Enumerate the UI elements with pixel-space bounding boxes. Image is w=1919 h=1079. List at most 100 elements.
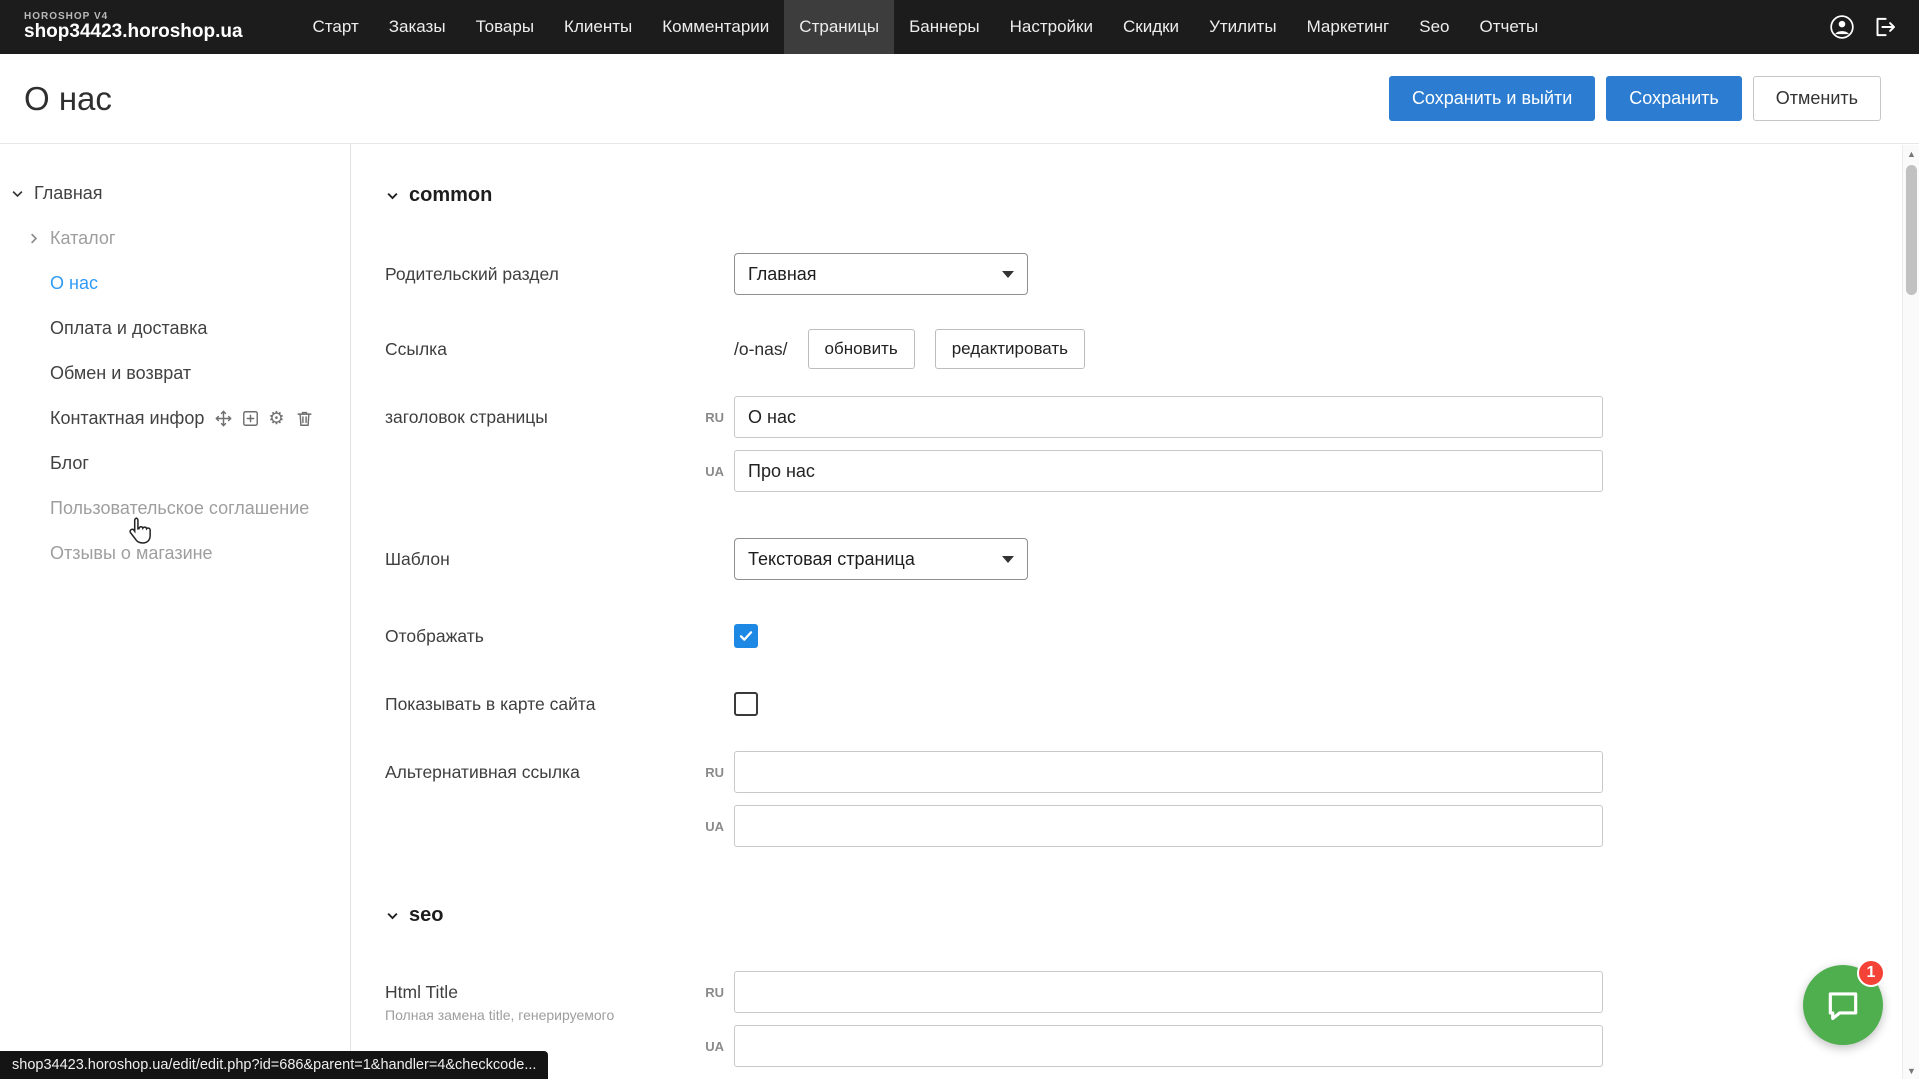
display-checkbox[interactable] <box>734 624 758 648</box>
tree-item-label: Обмен и возврат <box>50 363 191 384</box>
field-label: Альтернативная ссылка <box>385 751 689 793</box>
nav-item-reports[interactable]: Отчеты <box>1464 0 1553 54</box>
field-label: Показывать в карте сайта <box>385 683 689 725</box>
gear-icon[interactable]: ⚙ <box>268 409 287 428</box>
lang-tag-ua: UA <box>689 464 724 479</box>
cancel-button[interactable]: Отменить <box>1753 76 1881 121</box>
field-hint: Полная замена title, генерируемого <box>385 1007 689 1024</box>
field-label: Шаблон <box>385 538 689 580</box>
lang-tag-ua: UA <box>689 1039 724 1054</box>
sidebar-item-blog[interactable]: Блог <box>0 441 350 486</box>
section-title: seo <box>409 904 443 927</box>
scroll-up-arrow[interactable]: ▲ <box>1903 145 1919 162</box>
page-header: О нас Сохранить и выйти Сохранить Отмени… <box>0 54 1919 144</box>
tree-item-label: Оплата и доставка <box>50 318 207 339</box>
field-label: Отображать <box>385 615 689 657</box>
form-row-html-title: Html Title Полная замена title, генериру… <box>385 971 1919 1067</box>
save-button[interactable]: Сохранить <box>1606 76 1741 121</box>
nav-item-seo[interactable]: Seo <box>1404 0 1464 54</box>
user-account-icon[interactable] <box>1829 14 1855 40</box>
logout-icon[interactable] <box>1871 14 1897 40</box>
sidebar-item-user-agreement[interactable]: Пользовательское соглашение <box>0 486 350 531</box>
tree-item-label: Пользовательское соглашение <box>50 498 309 519</box>
lang-tag-ua: UA <box>689 819 724 834</box>
nav-item-settings[interactable]: Настройки <box>995 0 1108 54</box>
chat-bubble-icon <box>1824 986 1862 1024</box>
add-page-icon[interactable] <box>241 409 260 428</box>
chevron-down-icon <box>385 908 400 923</box>
nav-item-marketing[interactable]: Маркетинг <box>1292 0 1405 54</box>
chevron-down-icon <box>385 188 400 203</box>
alt-link-ua-input[interactable] <box>734 805 1603 847</box>
topbar-right <box>1829 14 1897 40</box>
chevron-down-icon <box>10 186 26 201</box>
template-select[interactable]: Текстовая страница <box>734 538 1028 580</box>
nav-item-utilities[interactable]: Утилиты <box>1194 0 1292 54</box>
tree-item-label: Контактная инфор <box>50 408 204 429</box>
form-row-sitemap: Показывать в карте сайта <box>385 683 1919 725</box>
save-exit-button[interactable]: Сохранить и выйти <box>1389 76 1595 121</box>
nav-item-comments[interactable]: Комментарии <box>647 0 784 54</box>
nav-item-banners[interactable]: Баннеры <box>894 0 995 54</box>
logo-domain: shop34423.horoshop.ua <box>24 22 243 42</box>
vertical-scrollbar: ▲ ▼ <box>1902 145 1919 1079</box>
lang-tag-ru: RU <box>689 410 724 425</box>
field-label-group: Html Title Полная замена title, генериру… <box>385 971 689 1024</box>
tree-item-actions: ⚙ <box>214 409 314 428</box>
link-edit-button[interactable]: редактировать <box>935 329 1085 369</box>
sidebar-item-exchange-return[interactable]: Обмен и возврат <box>0 351 350 396</box>
link-path-value: /o-nas/ <box>734 339 788 360</box>
nav-item-products[interactable]: Товары <box>461 0 549 54</box>
select-value: Главная <box>748 264 817 285</box>
tree-item-label: Главная <box>34 183 103 204</box>
pages-tree-sidebar: Главная Каталог О нас Оплата и доставка … <box>0 144 351 1078</box>
header-buttons: Сохранить и выйти Сохранить Отменить <box>1389 76 1881 121</box>
page-title: О нас <box>24 80 112 118</box>
page: HOROSHOP V4 shop34423.horoshop.ua Старт … <box>0 0 1919 1079</box>
sidebar-item-home[interactable]: Главная <box>0 171 350 216</box>
chevron-down-icon <box>1002 271 1014 278</box>
chevron-down-icon <box>1002 556 1014 563</box>
page-title-ua-input[interactable] <box>734 450 1603 492</box>
html-title-ua-input[interactable] <box>734 1025 1603 1067</box>
form-row-link: Ссылка /o-nas/ обновить редактировать <box>385 329 1919 369</box>
nav-item-discounts[interactable]: Скидки <box>1108 0 1194 54</box>
form-row-display: Отображать <box>385 615 1919 657</box>
section-title: common <box>409 184 492 207</box>
sidebar-item-about[interactable]: О нас <box>0 261 350 306</box>
parent-section-select[interactable]: Главная <box>734 253 1028 295</box>
top-nav-bar: HOROSHOP V4 shop34423.horoshop.ua Старт … <box>0 0 1919 54</box>
sidebar-item-catalog[interactable]: Каталог <box>0 216 350 261</box>
tree-item-label: Каталог <box>50 228 115 249</box>
scrollbar-thumb[interactable] <box>1906 165 1917 295</box>
form-row-page-title: заголовок страницы RU UA <box>385 396 1919 492</box>
field-label: заголовок страницы <box>385 396 689 438</box>
nav-item-orders[interactable]: Заказы <box>374 0 461 54</box>
trash-icon[interactable] <box>295 409 314 428</box>
logo[interactable]: HOROSHOP V4 shop34423.horoshop.ua <box>24 12 243 42</box>
nav-item-start[interactable]: Старт <box>298 0 374 54</box>
page-title-ru-input[interactable] <box>734 396 1603 438</box>
scroll-down-arrow[interactable]: ▼ <box>1903 1062 1919 1079</box>
link-refresh-button[interactable]: обновить <box>808 329 915 369</box>
browser-status-url: shop34423.horoshop.ua/edit/edit.php?id=6… <box>0 1051 548 1079</box>
move-icon[interactable] <box>214 409 233 428</box>
lang-tag-ru: RU <box>689 985 724 1000</box>
section-seo-header[interactable]: seo <box>385 904 1919 927</box>
sidebar-item-payment-delivery[interactable]: Оплата и доставка <box>0 306 350 351</box>
alt-link-ru-input[interactable] <box>734 751 1603 793</box>
chevron-right-icon <box>26 231 42 246</box>
select-value: Текстовая страница <box>748 549 915 570</box>
chat-widget: 1 <box>1803 965 1883 1045</box>
tree-item-label: Отзывы о магазине <box>50 543 213 564</box>
form-row-alt-link: Альтернативная ссылка RU UA <box>385 751 1919 847</box>
sidebar-item-contact-info[interactable]: Контактная инфор ⚙ <box>0 396 350 441</box>
sitemap-checkbox[interactable] <box>734 692 758 716</box>
sidebar-item-store-reviews[interactable]: Отзывы о магазине <box>0 531 350 576</box>
nav-item-clients[interactable]: Клиенты <box>549 0 647 54</box>
main-menu: Старт Заказы Товары Клиенты Комментарии … <box>298 0 1554 54</box>
nav-item-pages[interactable]: Страницы <box>784 0 894 54</box>
tree-item-label: О нас <box>50 273 98 294</box>
html-title-ru-input[interactable] <box>734 971 1603 1013</box>
section-common-header[interactable]: common <box>385 184 1919 207</box>
